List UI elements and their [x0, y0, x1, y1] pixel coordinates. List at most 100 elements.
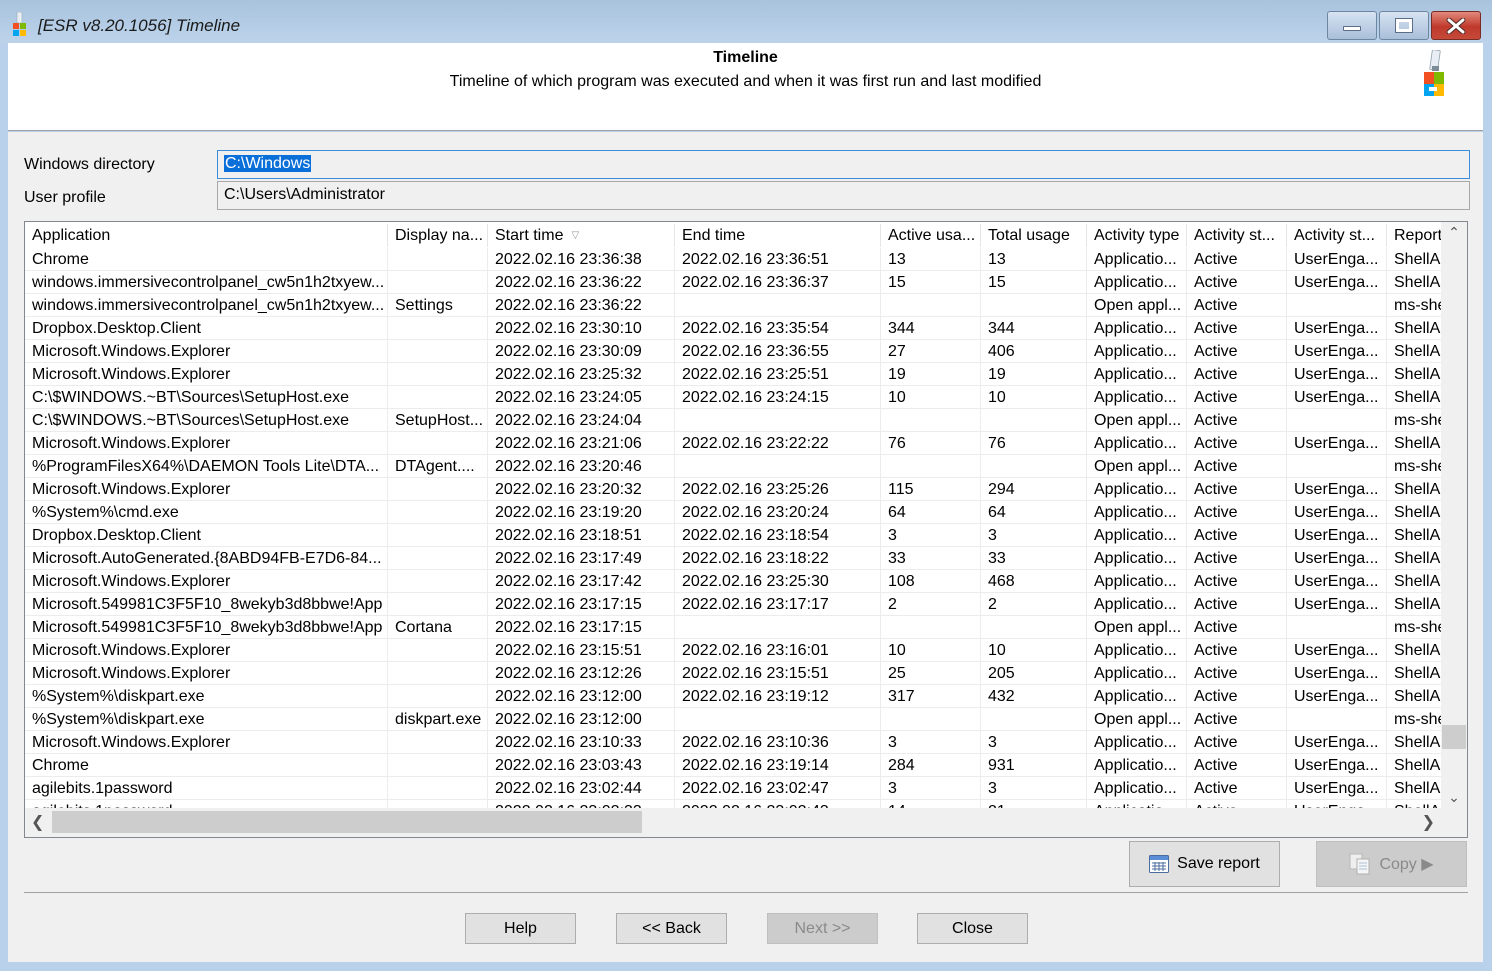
cell-application: Microsoft.Windows.Explorer [25, 363, 388, 386]
cell-activity-st2: UserEnga... [1287, 570, 1387, 593]
cell-activity-status: Active [1187, 524, 1287, 547]
column-header-end-time[interactable]: End time [675, 224, 881, 247]
cell-display-name [388, 593, 488, 616]
table-row[interactable]: C:\$WINDOWS.~BT\Sources\SetupHost.exe Set… [25, 409, 1441, 432]
cell-end-time: 2022.02.16 23:25:51 [675, 363, 881, 386]
cell-end-time [675, 455, 881, 478]
cell-report: ShellA [1387, 547, 1441, 570]
column-header-report[interactable]: Report [1387, 224, 1441, 247]
table-row[interactable]: Microsoft.Windows.Explorer 2022.02.16 23:… [25, 432, 1441, 455]
maximize-button[interactable] [1379, 11, 1429, 40]
table-row[interactable]: C:\$WINDOWS.~BT\Sources\SetupHost.exe 202… [25, 386, 1441, 409]
table-row[interactable]: %System%\diskpart.exe 2022.02.16 23:12:00… [25, 685, 1441, 708]
table-row[interactable]: Microsoft.Windows.Explorer 2022.02.16 23:… [25, 731, 1441, 754]
cell-application: C:\$WINDOWS.~BT\Sources\SetupHost.exe [25, 386, 388, 409]
close-button[interactable]: Close [917, 913, 1028, 944]
cell-start-time: 2022.02.16 23:10:33 [488, 731, 675, 754]
cell-activity-st2: UserEnga... [1287, 731, 1387, 754]
table-row[interactable]: agilebits.1password 2022.02.16 23:02:3320… [25, 800, 1441, 808]
save-report-button[interactable]: Save report [1129, 841, 1280, 887]
cell-application: Microsoft.Windows.Explorer [25, 731, 388, 754]
cell-start-time: 2022.02.16 23:03:43 [488, 754, 675, 777]
cell-total-usage: 76 [981, 432, 1087, 455]
table-row[interactable]: %System%\diskpart.exe diskpart.exe 2022.02… [25, 708, 1441, 731]
table-row[interactable]: agilebits.1password 2022.02.16 23:02:44 20… [25, 777, 1441, 800]
column-header-application[interactable]: Application [25, 224, 388, 247]
cell-activity-st2 [1287, 616, 1387, 639]
table-row[interactable]: %System%\cmd.exe 2022.02.16 23:19:20 2022.… [25, 501, 1441, 524]
minimize-button[interactable] [1327, 11, 1377, 40]
table-row[interactable]: Dropbox.Desktop.Client 2022.02.16 23:30:1… [25, 317, 1441, 340]
column-header-start-time[interactable]: Start time ▽ [488, 224, 675, 247]
cell-display-name [388, 317, 488, 340]
cell-report: ShellA [1387, 662, 1441, 685]
table-row[interactable]: Microsoft.Windows.Explorer 2022.02.16 23:… [25, 340, 1441, 363]
table-row[interactable]: Microsoft.Windows.Explorer 2022.02.16 23:… [25, 662, 1441, 685]
table-row[interactable]: %ProgramFilesX64%\DAEMON Tools Lite\DTA.… [25, 455, 1441, 478]
table-row[interactable]: Microsoft.Windows.Explorer 2022.02.16 23:… [25, 639, 1441, 662]
cell-end-time: 2022.02.16 23:10:36 [675, 731, 881, 754]
cell-report: ShellA [1387, 501, 1441, 524]
cell-report: ms-she [1387, 616, 1441, 639]
cell-activity-type: Applicatio... [1087, 800, 1187, 808]
minimize-icon [1343, 26, 1361, 31]
column-header-total-usage[interactable]: Total usage [981, 224, 1087, 247]
column-header-activity-st2[interactable]: Activity st... [1287, 224, 1387, 247]
cell-end-time: 2022.02.16 23:36:55 [675, 340, 881, 363]
vertical-scrollbar[interactable]: ⌃ ⌄ [1441, 222, 1467, 808]
table-row[interactable]: Chrome 2022.02.16 23:03:43 2022.02.16 23:1… [25, 754, 1441, 777]
user-profile-input[interactable]: C:\Users\Administrator [217, 181, 1470, 210]
cell-activity-st2 [1287, 708, 1387, 731]
cell-activity-st2: UserEnga... [1287, 800, 1387, 808]
cell-active-usage: 284 [881, 754, 981, 777]
cell-activity-type: Applicatio... [1087, 593, 1187, 616]
column-header-activity-status[interactable]: Activity st... [1187, 224, 1287, 247]
cell-start-time: 2022.02.16 23:20:46 [488, 455, 675, 478]
cell-report: ms-she [1387, 294, 1441, 317]
table-row[interactable]: windows.immersivecontrolpanel_cw5n1h2txy… [25, 294, 1441, 317]
cell-start-time: 2022.02.16 23:21:06 [488, 432, 675, 455]
table-row[interactable]: Chrome 2022.02.16 23:36:38 2022.02.16 23:3… [25, 248, 1441, 271]
table-row[interactable]: Microsoft.549981C3F5F10_8wekyb3d8bbwe!Ap… [25, 593, 1441, 616]
cell-total-usage [981, 294, 1087, 317]
close-window-button[interactable] [1431, 11, 1481, 40]
cell-end-time: 2022.02.16 23:19:14 [675, 754, 881, 777]
cell-total-usage: 10 [981, 639, 1087, 662]
column-header-display-name[interactable]: Display na... [388, 224, 488, 247]
cell-start-time: 2022.02.16 23:36:22 [488, 294, 675, 317]
cell-activity-status: Active [1187, 662, 1287, 685]
column-header-activity-type[interactable]: Activity type [1087, 224, 1187, 247]
next-button[interactable]: Next >> [767, 913, 878, 944]
scroll-right-icon[interactable]: ❯ [1422, 812, 1435, 832]
cell-active-usage [881, 455, 981, 478]
help-button[interactable]: Help [465, 913, 576, 944]
table-row[interactable]: Microsoft.549981C3F5F10_8wekyb3d8bbwe!Ap… [25, 616, 1441, 639]
cell-activity-status: Active [1187, 639, 1287, 662]
vertical-scroll-thumb[interactable] [1442, 725, 1466, 749]
cell-activity-type: Applicatio... [1087, 570, 1187, 593]
horizontal-scroll-thumb[interactable] [52, 811, 642, 833]
cell-activity-status: Active [1187, 363, 1287, 386]
cell-report: ShellA [1387, 800, 1441, 808]
table-row[interactable]: Microsoft.Windows.Explorer 2022.02.16 23:… [25, 363, 1441, 386]
cell-active-usage: 15 [881, 271, 981, 294]
scroll-up-icon[interactable]: ⌃ [1441, 224, 1467, 241]
table-row[interactable]: Microsoft.AutoGenerated.{8ABD94FB-E7D6-8… [25, 547, 1441, 570]
table-row[interactable]: Dropbox.Desktop.Client 2022.02.16 23:18:5… [25, 524, 1441, 547]
table-row[interactable]: Microsoft.Windows.Explorer 2022.02.16 23:… [25, 570, 1441, 593]
scroll-left-icon[interactable]: ❮ [31, 812, 44, 832]
scroll-down-icon[interactable]: ⌄ [1441, 789, 1467, 806]
windows-directory-input[interactable]: C:\Windows [217, 150, 1470, 179]
cell-application: %ProgramFilesX64%\DAEMON Tools Lite\DTA.… [25, 455, 388, 478]
cell-display-name [388, 340, 488, 363]
table-row[interactable]: windows.immersivecontrolpanel_cw5n1h2txy… [25, 271, 1441, 294]
horizontal-scrollbar[interactable]: ❮ ❯ [25, 808, 1441, 837]
back-button[interactable]: << Back [616, 913, 727, 944]
column-header-active-usage[interactable]: Active usa... [881, 224, 981, 247]
copy-button[interactable]: Copy ▶ [1316, 841, 1467, 887]
table-row[interactable]: Microsoft.Windows.Explorer 2022.02.16 23:… [25, 478, 1441, 501]
cell-report: ShellA [1387, 639, 1441, 662]
cell-report: ShellA [1387, 363, 1441, 386]
cell-total-usage: 21 [981, 800, 1087, 808]
cell-total-usage [981, 708, 1087, 731]
